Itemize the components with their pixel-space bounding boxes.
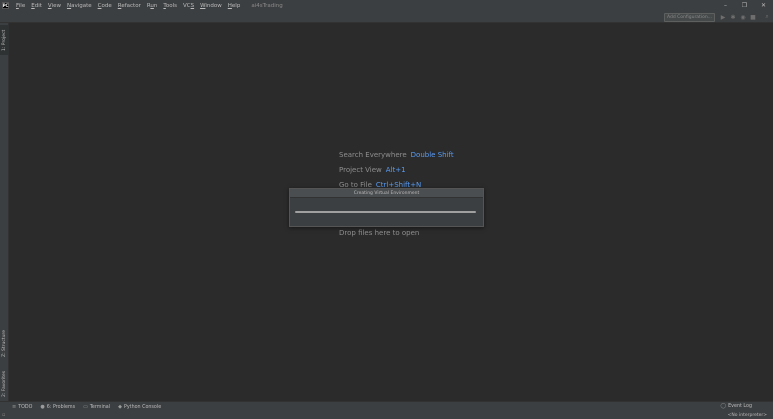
- hint-search-everywhere: Search Everywhere Double Shift: [339, 151, 454, 159]
- python-console-icon: ◆: [118, 404, 122, 410]
- progress-bar-fill: [295, 211, 476, 213]
- menu-refactor[interactable]: Refactor: [115, 3, 144, 9]
- todo-icon: ≡: [12, 404, 17, 410]
- hint-label: Search Everywhere: [339, 151, 407, 159]
- python-console-tab[interactable]: ◆ Python Console: [118, 404, 161, 410]
- problems-tab-label: 6: Problems: [46, 404, 76, 410]
- todo-tab[interactable]: ≡ TODO: [12, 404, 32, 410]
- problems-icon: ●: [40, 404, 45, 410]
- left-tool-strip: 1: Project Z: Structure 2: Favorites: [0, 23, 9, 401]
- menu-run[interactable]: Run: [144, 3, 161, 9]
- hint-label: Drop files here to open: [339, 229, 420, 237]
- menu-vcs[interactable]: VCS: [180, 3, 197, 9]
- status-bar: ▫ <No interpreter>: [0, 412, 773, 419]
- structure-tool-tab[interactable]: Z: Structure: [0, 326, 9, 362]
- terminal-icon: ▭: [83, 404, 88, 410]
- dialog-title: Creating Virtual Environment: [290, 189, 483, 198]
- favorites-tool-tab[interactable]: 2: Favorites: [0, 366, 9, 401]
- hint-project-view: Project View Alt+1: [339, 166, 406, 174]
- layout-icon[interactable]: ▫: [2, 412, 5, 418]
- todo-tab-label: TODO: [18, 404, 33, 410]
- hint-drop-files: Drop files here to open: [339, 229, 419, 237]
- menu-help[interactable]: Help: [225, 3, 244, 9]
- menu-bar: PC File Edit View Navigate Code Refactor…: [0, 0, 773, 11]
- menu-navigate[interactable]: Navigate: [64, 3, 95, 9]
- menu-file[interactable]: File: [13, 3, 28, 9]
- event-log-icon: ◯: [720, 403, 727, 409]
- minimize-icon[interactable]: –: [716, 0, 735, 11]
- terminal-tab[interactable]: ▭ Terminal: [83, 404, 110, 410]
- bottom-tool-bar: ≡ TODO ● 6: Problems ▭ Terminal ◆ Python…: [0, 401, 773, 412]
- terminal-tab-label: Terminal: [89, 404, 111, 410]
- menu-view[interactable]: View: [45, 3, 64, 9]
- close-icon[interactable]: ✕: [754, 0, 773, 11]
- search-icon[interactable]: ⌕: [763, 13, 771, 21]
- hint-label: Project View: [339, 166, 382, 174]
- event-log-label: Event Log: [728, 403, 752, 409]
- window-title: ai4sTrading: [251, 2, 283, 9]
- progress-bar: [295, 211, 476, 213]
- problems-tab[interactable]: ● 6: Problems: [40, 404, 75, 410]
- run-icon[interactable]: ▶: [719, 13, 727, 21]
- creating-venv-dialog: Creating Virtual Environment: [289, 188, 484, 227]
- python-console-tab-label: Python Console: [123, 404, 162, 410]
- app-logo: PC: [2, 2, 9, 9]
- coverage-icon[interactable]: ◉: [739, 13, 747, 21]
- menu-window[interactable]: Window: [197, 3, 225, 9]
- event-log-tab[interactable]: ◯ Event Log: [721, 403, 752, 409]
- restore-icon[interactable]: ❐: [735, 0, 754, 11]
- ide-window: PC File Edit View Navigate Code Refactor…: [0, 0, 773, 419]
- window-controls: – ❐ ✕: [716, 0, 773, 11]
- hint-shortcut: Alt+1: [385, 166, 406, 174]
- menu-code[interactable]: Code: [95, 3, 115, 9]
- stop-icon[interactable]: ■: [749, 13, 757, 21]
- debug-icon[interactable]: ✱: [729, 13, 737, 21]
- toolbar: Add Configuration... ▶ ✱ ◉ ■ ⌕: [0, 11, 773, 23]
- project-tool-tab[interactable]: 1: Project: [0, 25, 9, 55]
- menu-edit[interactable]: Edit: [28, 3, 45, 9]
- hint-shortcut: Double Shift: [410, 151, 454, 159]
- add-configuration-button[interactable]: Add Configuration...: [664, 12, 715, 22]
- interpreter-selector[interactable]: <No interpreter>: [728, 413, 767, 418]
- menu-tools[interactable]: Tools: [160, 3, 180, 9]
